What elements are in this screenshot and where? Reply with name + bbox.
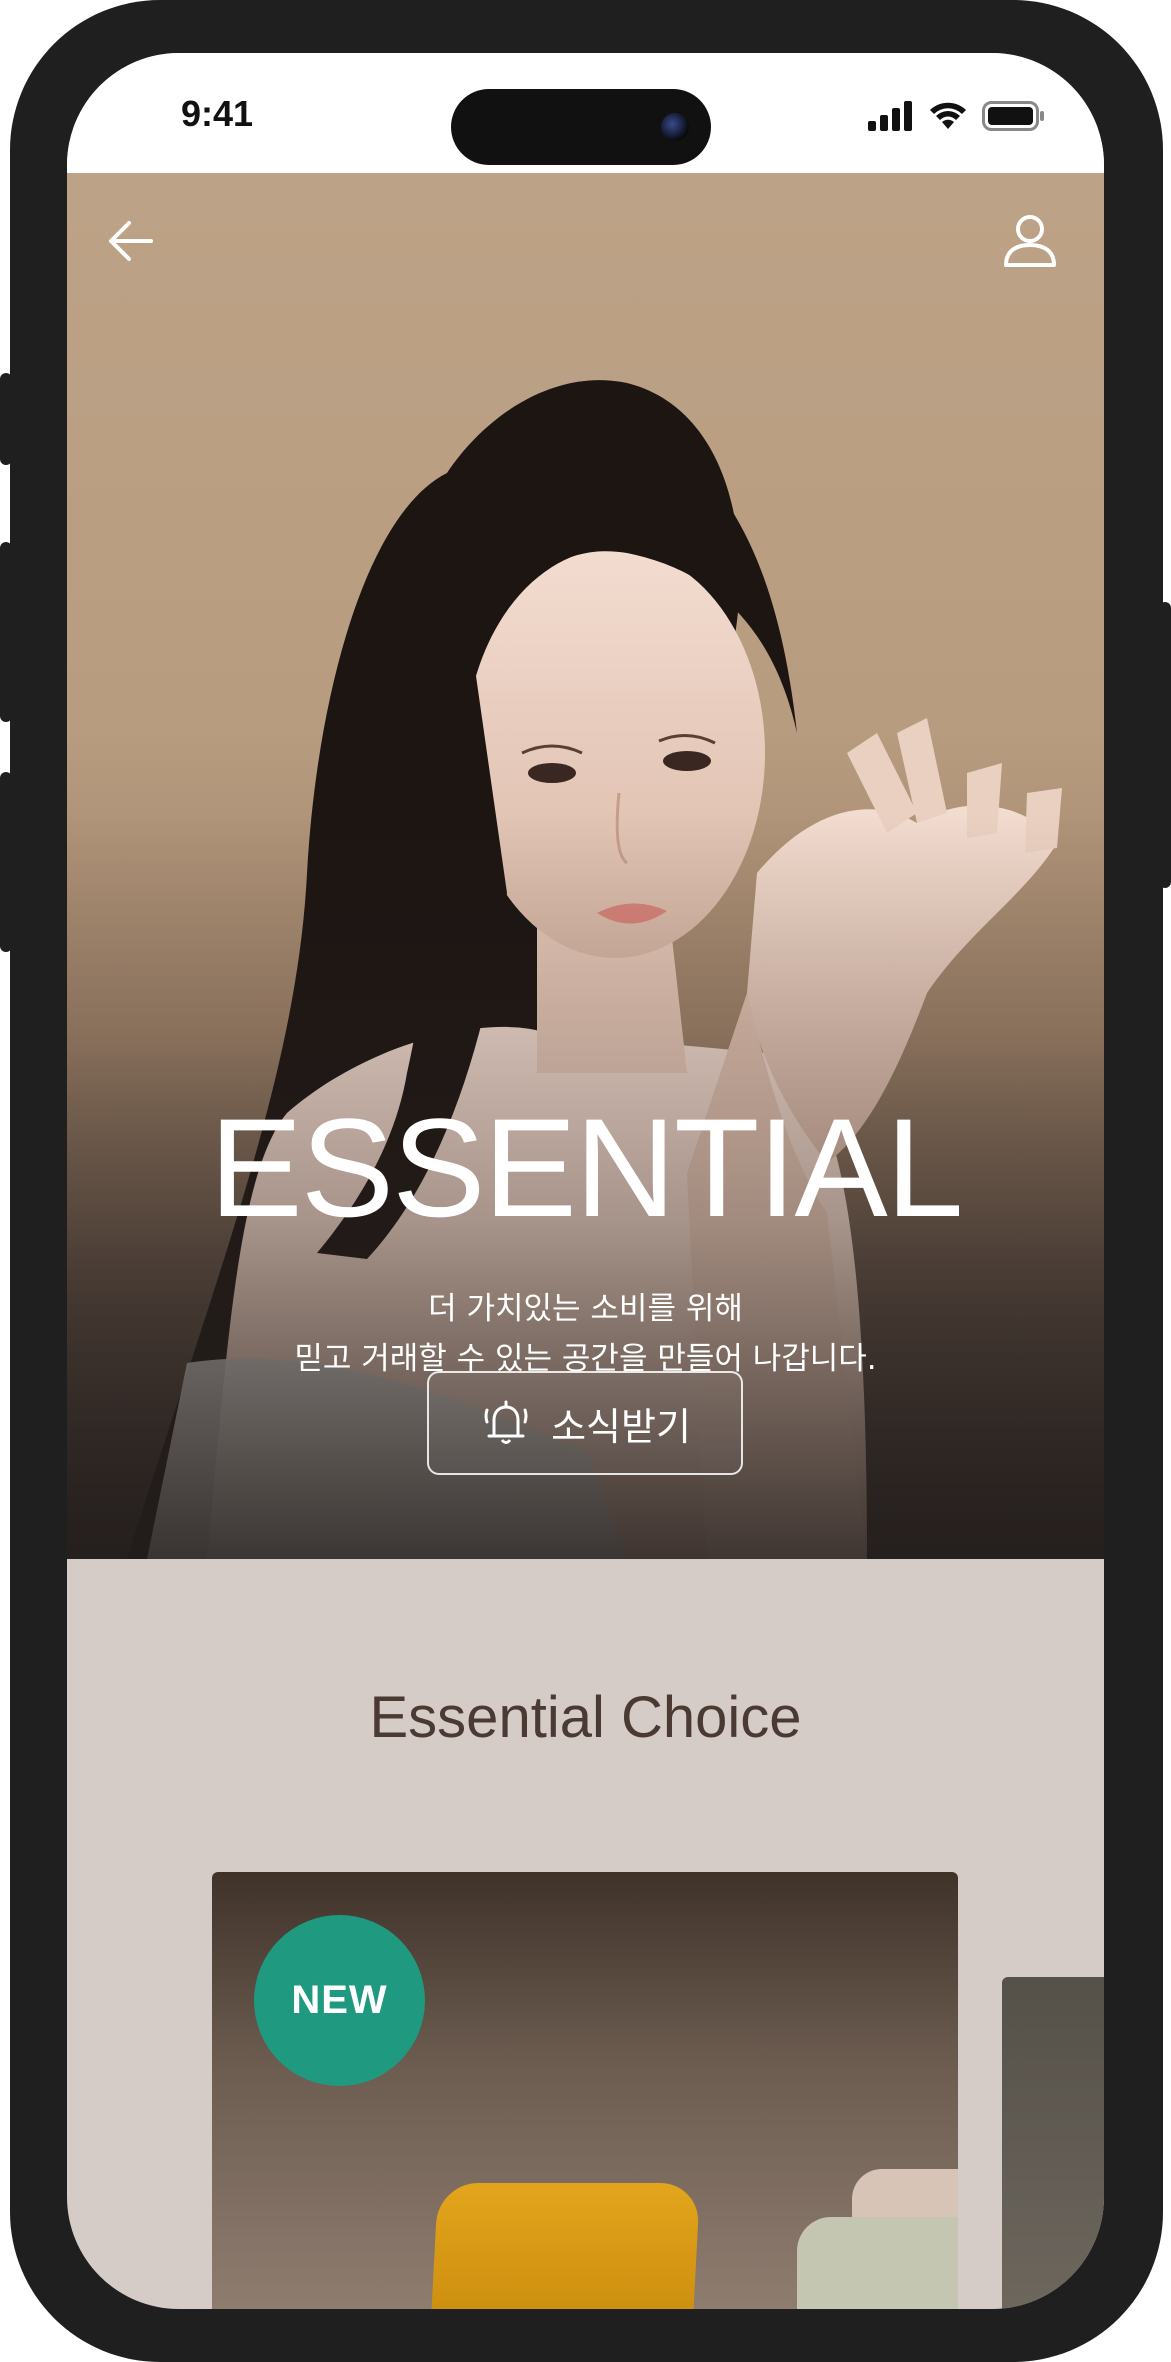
notify-button-label: 소식받기	[551, 1404, 691, 1449]
status-time: 9:41	[181, 93, 254, 134]
product-image-chair	[797, 2217, 958, 2309]
action-button	[0, 373, 12, 465]
product-image-chair	[429, 2183, 701, 2309]
volume-down-button	[0, 772, 12, 952]
product-card-next[interactable]	[1002, 1977, 1104, 2309]
hero-title: ESSENTIAL	[209, 1089, 963, 1246]
dynamic-island	[451, 89, 711, 165]
back-arrow-icon[interactable]	[103, 213, 159, 269]
section-title: Essential Choice	[369, 1685, 802, 1750]
volume-up-button	[0, 542, 12, 722]
wifi-icon	[930, 102, 966, 129]
camera-icon	[661, 113, 689, 141]
signal-icon	[868, 101, 912, 131]
product-card[interactable]: NEW	[212, 1872, 958, 2309]
battery-icon	[982, 101, 1044, 131]
screen: 9:41 ESSENTIAL 더 가치있는 소비를 위해 믿고 거래할 수 있는…	[67, 53, 1104, 2309]
bell-icon	[484, 1400, 528, 1444]
hero-subtitle-line1: 더 가치있는 소비를 위해	[428, 1291, 743, 1327]
power-button	[1159, 602, 1171, 888]
status-bar: 9:41	[67, 53, 1104, 173]
notify-button[interactable]: 소식받기	[427, 1371, 743, 1475]
hero-banner: ESSENTIAL 더 가치있는 소비를 위해 믿고 거래할 수 있는 공간을 …	[67, 173, 1104, 1559]
status-icons	[868, 101, 1046, 131]
new-badge: NEW	[254, 1915, 425, 2086]
user-icon[interactable]	[1001, 211, 1059, 269]
